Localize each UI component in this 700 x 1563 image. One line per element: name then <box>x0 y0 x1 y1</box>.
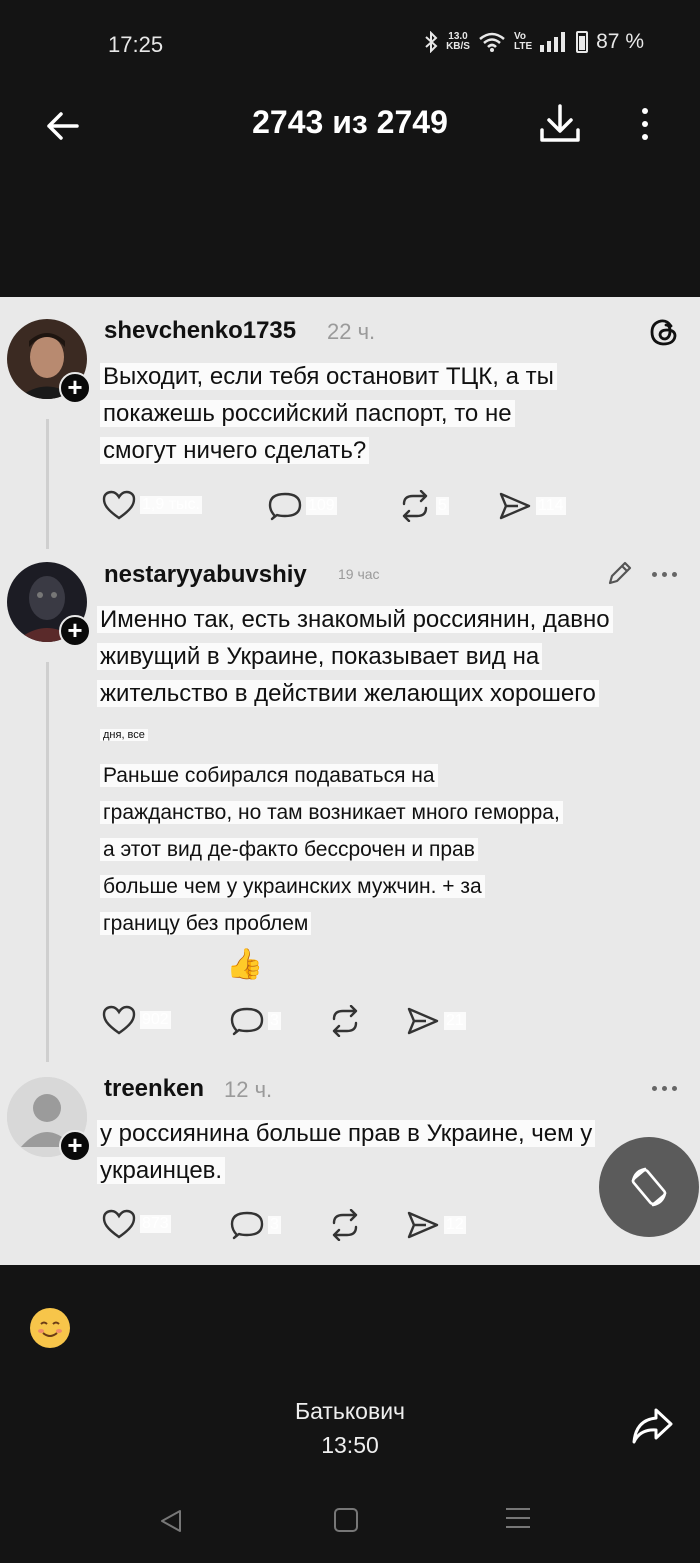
comment-time: 22 ч. <box>327 319 376 344</box>
dot-icon <box>642 134 648 140</box>
reaction-emoji-icon[interactable] <box>30 1308 70 1348</box>
reply-count: 3 <box>268 1012 281 1030</box>
dot-icon <box>642 121 648 127</box>
like-button[interactable]: 873 <box>102 1209 171 1239</box>
send-icon <box>407 1211 439 1239</box>
heart-icon <box>102 1209 136 1239</box>
comment-text: Выходит, если тебя остановит ТЦК, а ты п… <box>100 358 557 469</box>
status-time: 17:25 <box>108 32 164 57</box>
status-icons: 13.0 KB/S Vo LTE 87 % <box>424 30 644 54</box>
volte-icon: Vo LTE <box>513 31 533 52</box>
follow-plus-icon[interactable]: + <box>59 615 91 647</box>
comment-small-text: дня, все <box>100 729 148 741</box>
status-bar: 17:25 13.0 KB/S Vo LTE 87 % <box>0 0 700 90</box>
follow-plus-icon[interactable]: + <box>59 372 91 404</box>
thread-line <box>46 419 49 549</box>
repost-count: 5 <box>436 497 449 515</box>
repost-icon <box>332 1209 358 1241</box>
comment-time: 12 ч. <box>224 1077 273 1102</box>
forward-icon <box>632 1408 673 1444</box>
reply-button[interactable]: 109 <box>268 490 337 522</box>
threads-logo-icon <box>650 319 677 346</box>
share-button[interactable]: 21 <box>406 1005 466 1037</box>
viewer-top-bar: 2743 из 2749 <box>0 90 700 170</box>
send-icon <box>499 492 531 520</box>
share-count: 12 <box>444 1216 466 1234</box>
nav-back-icon[interactable] <box>158 1508 184 1534</box>
send-icon <box>407 1007 439 1035</box>
system-nav-bar <box>0 1490 700 1560</box>
reply-button[interactable]: 3 <box>230 1209 281 1241</box>
share-count: 21 <box>444 1012 466 1030</box>
comment-time: 19 час <box>338 566 380 582</box>
dot-icon <box>642 108 648 114</box>
battery-icon <box>576 31 589 53</box>
repost-button[interactable]: 5 <box>398 490 449 522</box>
wifi-icon <box>479 32 505 52</box>
signal-icon <box>540 32 566 52</box>
repost-button[interactable] <box>328 1005 362 1037</box>
thread-line <box>46 662 49 1062</box>
download-icon <box>540 104 580 142</box>
like-count: 873 <box>140 1215 171 1233</box>
shared-screenshot[interactable]: + shevchenko1735 22 ч. Выходит, если теб… <box>0 297 700 1265</box>
heart-icon <box>102 1005 136 1035</box>
forward-button[interactable] <box>630 1406 678 1450</box>
comment-text-continued: Раньше собирался подаваться на гражданст… <box>100 757 563 942</box>
network-speed: 13.0 KB/S <box>446 31 470 52</box>
share-count: 114 <box>536 497 566 515</box>
comment-more-options-icon[interactable] <box>652 572 677 577</box>
comment-username: treenken <box>104 1075 205 1102</box>
repost-icon <box>332 1005 358 1037</box>
like-count: 902 <box>140 1011 171 1029</box>
share-button[interactable]: 12 <box>406 1209 466 1241</box>
comment-username: shevchenko1735 <box>104 317 297 344</box>
download-button[interactable] <box>536 100 584 148</box>
more-options-button[interactable] <box>630 104 660 144</box>
follow-plus-icon[interactable]: + <box>59 1130 91 1162</box>
comment-more-options-icon[interactable] <box>652 1086 677 1091</box>
sent-time: 13:50 <box>321 1432 379 1458</box>
nav-home-icon[interactable] <box>334 1508 358 1532</box>
repost-icon <box>402 490 428 522</box>
like-button[interactable]: 902 <box>102 1005 171 1035</box>
sender-name: Батькович <box>294 1398 406 1424</box>
rotate-screen-button[interactable] <box>599 1137 699 1237</box>
page-counter-title: 2743 из 2749 <box>252 104 448 140</box>
like-count: 1,9 тыс. <box>140 496 202 514</box>
heart-icon <box>102 490 136 520</box>
nav-recents-icon[interactable] <box>506 1508 530 1532</box>
like-button[interactable]: 1,9 тыс. <box>102 490 202 520</box>
repost-button[interactable] <box>328 1209 362 1241</box>
comment-text: у россиянина больше прав в Украине, чем … <box>97 1115 596 1189</box>
edit-pencil-icon[interactable] <box>606 559 634 587</box>
comment-icon <box>230 1007 264 1036</box>
comment-text: Именно так, есть знакомый россиянин, дав… <box>97 601 613 712</box>
comment-icon <box>268 492 302 521</box>
thumbs-up-emoji: 👍 <box>226 948 264 981</box>
battery-level: 87 % <box>596 30 644 53</box>
reply-count: 3 <box>268 1216 281 1234</box>
reply-button[interactable]: 3 <box>230 1005 281 1037</box>
share-button[interactable]: 114 <box>498 490 566 522</box>
comment-username: nestaryyabuvshiy <box>104 561 307 588</box>
rotate-icon <box>631 1167 667 1207</box>
comment-icon <box>230 1211 264 1240</box>
reply-count: 109 <box>306 497 337 515</box>
bluetooth-icon <box>425 31 438 53</box>
